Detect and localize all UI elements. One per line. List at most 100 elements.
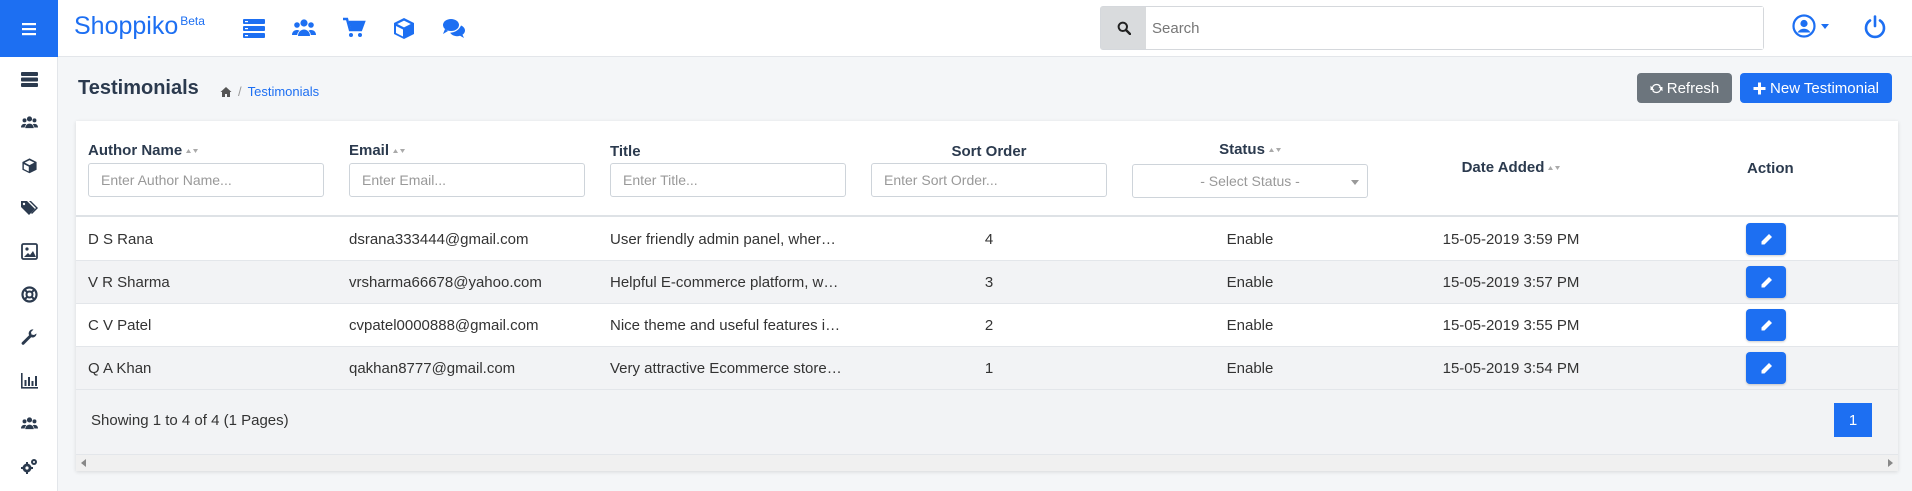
power-icon[interactable] [1862,14,1888,40]
search-bar [1100,6,1764,50]
email-filter[interactable] [349,163,585,197]
cell-date: 15-05-2019 3:57 PM [1442,274,1580,291]
wrench-icon [21,328,37,345]
column-email-label: Email [349,142,390,159]
breadcrumb: / Testimonials [220,84,319,99]
column-title-label: Title [610,143,641,160]
search-input[interactable] [1146,7,1763,49]
column-author-label: Author Name [88,142,183,159]
cell-email: qakhan8777@gmail.com [349,360,516,377]
breadcrumb-testimonials[interactable]: Testimonials [248,84,320,99]
cell-date: 15-05-2019 3:59 PM [1442,231,1580,248]
users-group-icon [20,416,38,429]
search-button[interactable] [1101,7,1146,49]
title-filter[interactable] [610,163,846,197]
sort-order-filter[interactable] [871,163,1107,197]
home-icon[interactable] [220,86,232,98]
sidebar-item-tags[interactable] [0,188,58,228]
image-icon [20,242,38,260]
cell-sort-order: 3 [984,274,994,291]
new-testimonial-label: New Testimonial [1770,79,1879,97]
dashboard-nav-link[interactable] [238,14,270,42]
table-row: Q A Khan qakhan8777@gmail.com Very attra… [76,347,1898,390]
top-navbar: Shoppiko Beta [0,0,1912,57]
breadcrumb-separator: / [238,84,242,99]
pencil-icon [1761,362,1772,373]
scroll-left-icon[interactable] [80,459,88,467]
table-header: Author Name Email Title Sort Order Statu… [76,121,1898,217]
hamburger-menu-button[interactable] [0,0,58,57]
sidebar-item-products[interactable] [0,145,58,185]
horizontal-scrollbar[interactable] [76,454,1898,471]
scroll-right-icon[interactable] [1886,459,1894,467]
column-author-name[interactable]: Author Name [88,142,199,159]
cell-sort-order: 4 [984,231,994,248]
cell-title: Helpful E-commerce platform, w… [610,274,839,291]
orders-nav-link[interactable] [338,14,370,42]
cell-author: D S Rana [88,231,154,248]
sidebar-item-media[interactable] [0,231,58,271]
table-row: D S Rana dsrana333444@gmail.com User fri… [76,218,1898,261]
sort-icon [1268,148,1281,153]
select-arrow-icon [1351,180,1359,185]
edit-button[interactable] [1746,352,1786,384]
cell-date: 15-05-2019 3:54 PM [1442,360,1580,377]
column-sort-order-label: Sort Order [951,143,1027,160]
customers-icon [292,19,316,36]
sidebar [0,57,58,491]
sidebar-item-settings[interactable] [0,446,58,486]
refresh-icon [1650,83,1663,93]
status-filter-select[interactable]: - Select Status - [1132,164,1368,198]
sort-icon [186,149,199,154]
pagination-page-1[interactable]: 1 [1834,403,1872,437]
pencil-icon [1761,276,1772,287]
column-email[interactable]: Email [349,142,406,159]
column-status-label: Status [1219,141,1265,158]
brand-logo[interactable]: Shoppiko Beta [74,12,205,41]
cell-author: C V Patel [88,317,152,334]
dashboard-icon [243,19,265,38]
cell-sort-order: 1 [984,360,994,377]
cell-email: cvpatel0000888@gmail.com [349,317,539,334]
products-nav-link[interactable] [388,14,420,42]
sidebar-item-reports[interactable] [0,360,58,400]
cube-icon [394,18,414,39]
sidebar-item-users[interactable] [0,403,58,443]
hamburger-icon [22,22,36,35]
author-name-filter[interactable] [88,163,324,197]
users-icon [20,115,38,128]
user-circle-icon [1792,14,1816,38]
refresh-button[interactable]: Refresh [1637,73,1732,103]
cell-title: User friendly admin panel, wher… [610,231,836,248]
cart-icon [343,17,366,37]
tags-icon [20,200,38,215]
sort-icon [1548,166,1561,171]
cell-author: Q A Khan [88,360,152,377]
edit-button[interactable] [1746,223,1786,255]
pencil-icon [1761,319,1772,330]
sidebar-item-customers[interactable] [0,102,58,142]
sidebar-item-tools[interactable] [0,317,58,357]
sort-icon [393,149,406,154]
cell-author: V R Sharma [88,274,170,291]
cell-status: Enable [1226,231,1274,248]
cube-icon [21,157,37,173]
brand-name: Shoppiko [74,12,179,40]
table-row: C V Patel cvpatel0000888@gmail.com Nice … [76,304,1898,347]
sidebar-item-dashboard[interactable] [0,59,58,99]
cell-title: Nice theme and useful features i… [610,317,841,334]
customers-nav-link[interactable] [288,14,320,42]
edit-button[interactable] [1746,309,1786,341]
column-status[interactable]: Status [1132,141,1368,158]
sidebar-item-support[interactable] [0,274,58,314]
column-date-added[interactable]: Date Added [1393,159,1629,176]
new-testimonial-button[interactable]: New Testimonial [1740,73,1892,103]
column-title: Title [610,143,641,160]
comments-icon [443,19,465,38]
bar-chart-icon [20,372,38,389]
edit-button[interactable] [1746,266,1786,298]
column-action-label: Action [1747,160,1794,177]
table-row: V R Sharma vrsharma66678@yahoo.com Helpf… [76,261,1898,304]
reviews-nav-link[interactable] [438,14,470,42]
user-menu-dropdown[interactable] [1792,14,1830,38]
